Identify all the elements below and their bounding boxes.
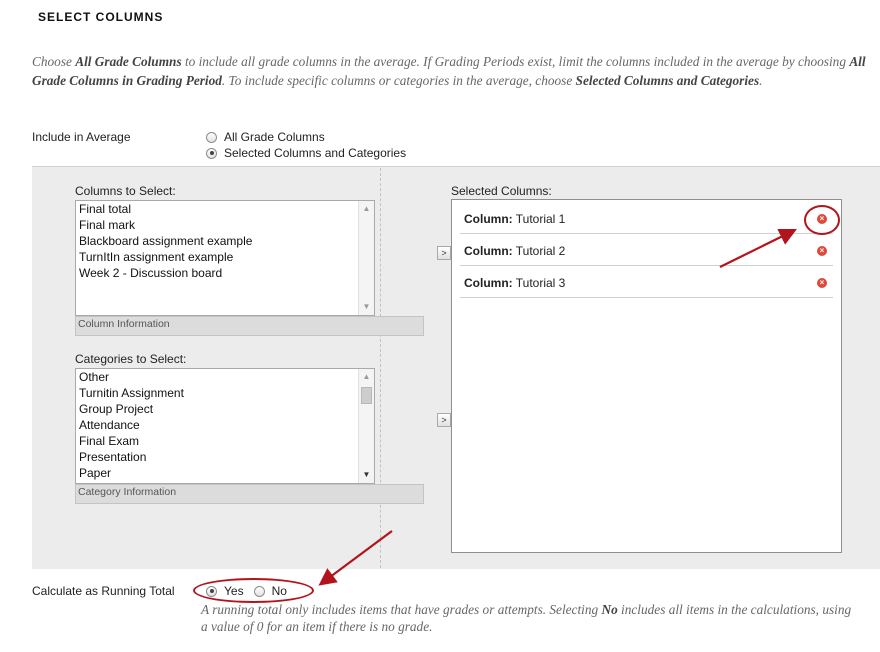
annotation-arrow-running-total [318, 530, 393, 586]
annotation-arrows [318, 228, 797, 586]
annotation-arrow-remove [719, 228, 797, 268]
